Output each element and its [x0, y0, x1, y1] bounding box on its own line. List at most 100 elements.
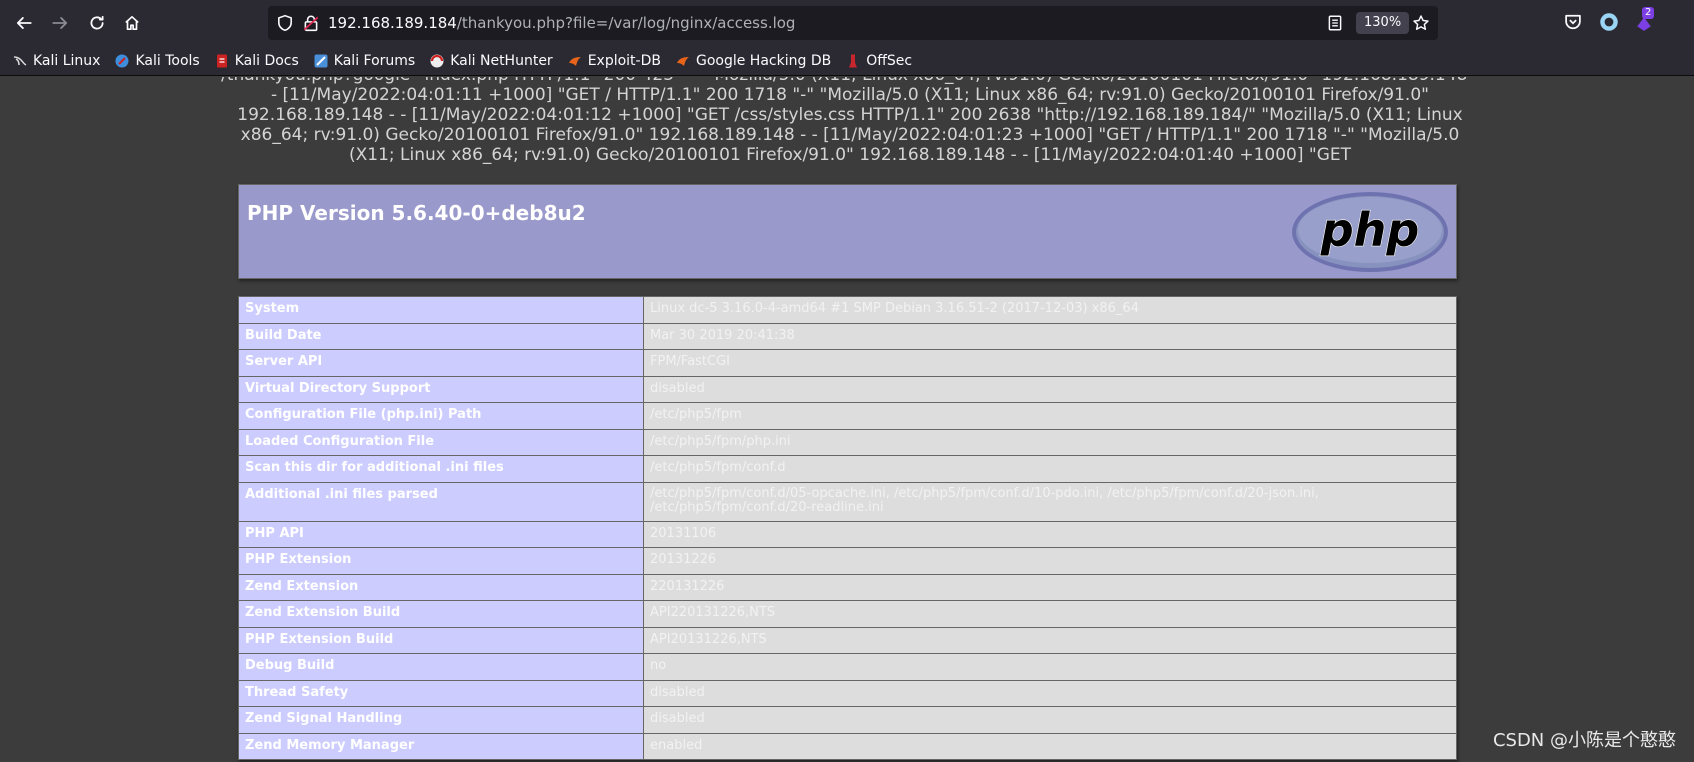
phpinfo-value: /etc/php5/fpm: [643, 402, 1457, 430]
pocket-icon[interactable]: [1563, 12, 1583, 32]
kali-tools-icon: [115, 54, 129, 67]
bookmark-exploit-db[interactable]: Exploit-DB: [567, 53, 661, 69]
php-logo-text: php: [1320, 203, 1420, 257]
csdn-watermark: CSDN @小陈是个憨憨: [1492, 730, 1676, 751]
bookmark-google-hacking-db[interactable]: Google Hacking DB: [675, 53, 831, 69]
shield-icon[interactable]: [276, 14, 294, 32]
phpinfo-row: Zend Signal Handling disabled: [238, 706, 1457, 734]
arrow-left-icon: [16, 17, 32, 29]
phpinfo-value: /etc/php5/fpm/conf.d: [643, 455, 1457, 483]
phpinfo-table: System Linux dc-5 3.16.0-4-amd64 #1 SMP D…: [238, 296, 1457, 760]
reload-button[interactable]: [83, 9, 111, 37]
phpinfo-row: Scan this dir for additional .ini files /…: [238, 455, 1457, 483]
phpinfo-key: PHP Extension: [238, 547, 644, 575]
bookmark-label: Kali NetHunter: [450, 52, 553, 69]
phpinfo-row: Server API FPM/FastCGI: [238, 349, 1457, 377]
bookmark-offsec[interactable]: OffSec: [845, 53, 912, 69]
bookmark-kali-linux[interactable]: Kali Linux: [12, 53, 100, 69]
reload-icon: [90, 15, 104, 30]
browser-toolbar: 192.168.189.184/thankyou.php?file=/var/l…: [0, 0, 1694, 46]
phpinfo-value: FPM/FastCGI: [643, 349, 1457, 377]
bookmark-label: OffSec: [866, 52, 913, 69]
zoom-level-button[interactable]: 130%: [1356, 12, 1410, 34]
phpinfo-header: PHP Version 5.6.40-0+deb8u2 php: [238, 184, 1457, 279]
phpinfo-row: System Linux dc-5 3.16.0-4-amd64 #1 SMP D…: [238, 296, 1457, 324]
bookmark-label: Exploit-DB: [587, 52, 661, 69]
phpinfo-row: PHP Extension Build API20131226,NTS: [238, 626, 1457, 654]
phpinfo-value: 220131226: [643, 573, 1457, 601]
phpinfo-row: Build Date Mar 30 2019 20:41:38: [238, 322, 1457, 350]
phpinfo-row: Zend Memory Manager enabled: [238, 732, 1457, 760]
kali-forums-icon: [314, 54, 328, 67]
phpinfo-value: disabled: [643, 679, 1457, 707]
url-bar[interactable]: 192.168.189.184/thankyou.php?file=/var/l…: [268, 6, 1438, 40]
insecure-lock-icon[interactable]: [302, 14, 320, 32]
phpinfo-key: Debug Build: [238, 653, 644, 681]
phpinfo-key: System: [238, 296, 644, 324]
phpinfo-value: 20131226: [643, 547, 1457, 575]
url-path: /thankyou.php?file=/var/log/nginx/access…: [456, 14, 796, 32]
nethunter-icon: [430, 54, 444, 67]
phpinfo-value: API20131226,NTS: [643, 626, 1457, 654]
phpinfo-row: Additional .ini files parsed/etc/php5/fp…: [238, 481, 1457, 522]
phpinfo-key: Server API: [238, 349, 644, 377]
kali-docs-icon: [216, 54, 227, 67]
phpinfo-value: enabled: [643, 732, 1457, 760]
phpinfo-key: Zend Extension Build: [238, 600, 644, 628]
bookmark-label: Kali Tools: [135, 52, 200, 69]
phpinfo-value: API220131226,NTS: [643, 600, 1457, 628]
phpinfo-row: PHP API 20131106: [238, 520, 1457, 548]
bookmark-label: Google Hacking DB: [695, 52, 832, 69]
phpinfo-row: Zend Extension Build API220131226,NTS: [238, 600, 1457, 628]
phpinfo-key: Zend Extension: [238, 573, 644, 601]
phpinfo-row: Thread Safety disabled: [238, 679, 1457, 707]
extension-badge: 2: [1642, 7, 1655, 19]
phpinfo-key: Build Date: [238, 322, 644, 350]
phpinfo-key: PHP API: [238, 520, 644, 548]
phpinfo-row: Configuration File (php.ini) Path/etc/ph…: [238, 402, 1457, 430]
phpinfo-value: Linux dc-5 3.16.0-4-amd64 #1 SMP Debian …: [643, 296, 1457, 324]
url-text[interactable]: 192.168.189.184/thankyou.php?file=/var/l…: [328, 14, 795, 32]
phpinfo-row: Loaded Configuration File/etc/php5/fpm/p…: [238, 428, 1457, 456]
php-version-title: PHP Version 5.6.40-0+deb8u2: [247, 201, 586, 225]
phpinfo-value: no: [643, 653, 1457, 681]
home-icon: [125, 15, 139, 31]
phpinfo-key: Scan this dir for additional .ini files: [238, 455, 644, 483]
phpinfo-key: Configuration File (php.ini) Path: [238, 402, 644, 430]
phpinfo-row: Virtual Directory Support disabled: [238, 375, 1457, 403]
page-content: /thankyou.php?google=index.php HTTP/1.1"…: [0, 77, 1694, 762]
bookmark-kali-docs[interactable]: Kali Docs: [214, 53, 299, 69]
phpinfo-value: /etc/php5/fpm/conf.d/05-opcache.ini, /et…: [643, 481, 1457, 522]
bookmark-kali-nethunter[interactable]: Kali NetHunter: [429, 52, 553, 69]
forward-button[interactable]: [46, 9, 74, 37]
bookmark-label: Kali Docs: [234, 52, 299, 69]
bookmark-kali-tools[interactable]: Kali Tools: [114, 52, 200, 69]
phpinfo-value: Mar 30 2019 20:41:38: [643, 322, 1457, 350]
bookmark-label: Kali Forums: [333, 52, 416, 69]
phpinfo-key: Zend Memory Manager: [238, 732, 644, 760]
phpinfo-value: disabled: [643, 375, 1457, 403]
bookmarks-toolbar: Kali Linux Kali Tools Kali Docs Kali For…: [0, 46, 1694, 76]
home-button[interactable]: [118, 9, 146, 37]
phpinfo-key: Additional .ini files parsed: [238, 481, 644, 522]
offsec-icon: [849, 54, 858, 67]
phpinfo-value: /etc/php5/fpm/php.ini: [643, 428, 1457, 456]
phpinfo-key: Thread Safety: [238, 679, 644, 707]
phpinfo-row: Zend Extension 220131226: [238, 573, 1457, 601]
reader-view-icon[interactable]: [1326, 14, 1344, 32]
back-button[interactable]: [10, 9, 38, 37]
bookmark-star-icon[interactable]: [1412, 14, 1430, 32]
account-icon[interactable]: [1599, 12, 1619, 32]
kali-dragon-icon: [13, 55, 27, 66]
phpinfo-key: Virtual Directory Support: [238, 375, 644, 403]
exploit-db-icon: [568, 56, 581, 66]
phpinfo-row: Debug Build no: [238, 653, 1457, 681]
url-host: 192.168.189.184: [328, 14, 457, 32]
php-logo: php: [1292, 192, 1448, 272]
phpinfo-value: 20131106: [643, 520, 1457, 548]
phpinfo-value: disabled: [643, 706, 1457, 734]
bookmark-kali-forums[interactable]: Kali Forums: [313, 53, 415, 69]
phpinfo-key: Zend Signal Handling: [238, 706, 644, 734]
phpinfo-key: Loaded Configuration File: [238, 428, 644, 456]
extension-button[interactable]: 2: [1634, 7, 1656, 32]
